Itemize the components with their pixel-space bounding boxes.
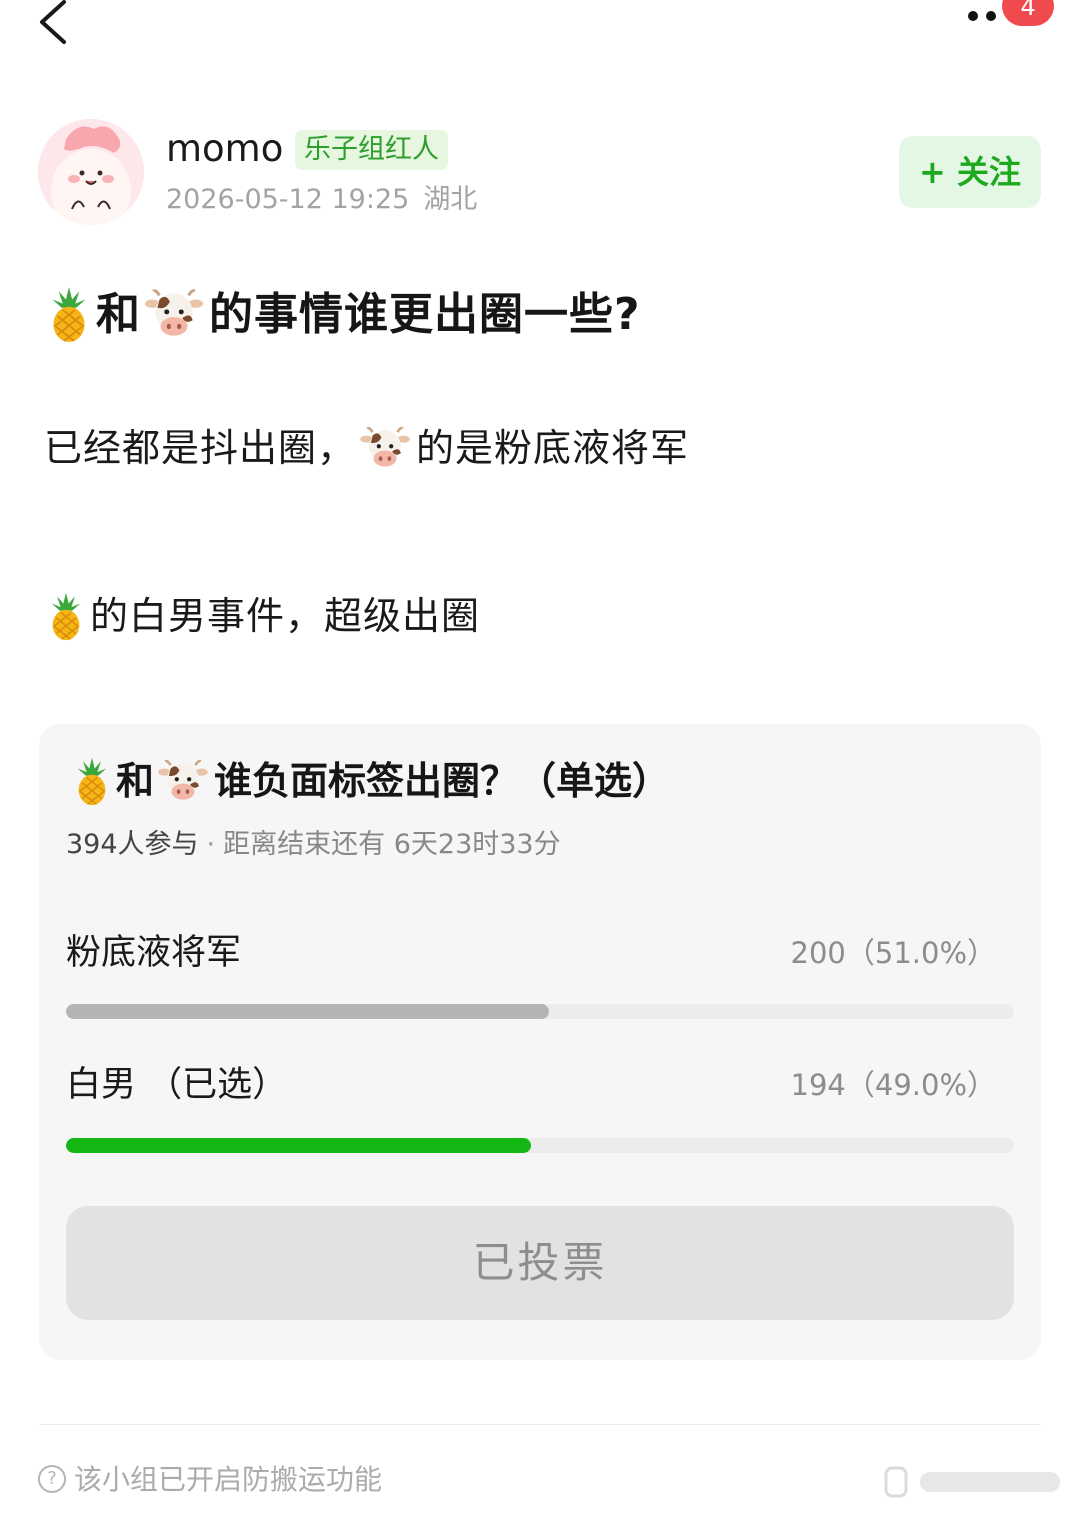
poll-title-text: 谁负面标签出圈？（单选）	[214, 759, 671, 803]
post-title-connector: 和	[96, 289, 141, 340]
cow-emoji-icon	[158, 758, 208, 804]
author-name[interactable]: momo	[166, 124, 283, 174]
poll-option-bar-track	[66, 1138, 1014, 1153]
poll-option-label[interactable]: 白男 （已选）	[66, 1060, 287, 1110]
pineapple-emoji-icon	[74, 756, 110, 806]
question-circle-icon[interactable]: ?	[38, 1465, 66, 1493]
poll-meta: 394人参与 · 距离结束还有 6天23时33分	[66, 826, 561, 864]
post-line2-suffix: 的白男事件，超级出圈	[90, 594, 481, 638]
post-line1-prefix: 已经都是抖出圈，	[44, 426, 357, 470]
post-title-text: 的事情谁更出圈一些?	[209, 289, 641, 340]
post-datetime: 2026-05-12 19:25	[166, 184, 410, 215]
follow-button[interactable]: + 关注	[899, 136, 1041, 208]
cow-emoji-icon	[360, 425, 410, 471]
more-dots-icon	[968, 11, 978, 21]
chevron-left-icon	[40, 0, 66, 44]
user-tag-badge[interactable]: 乐子组红人	[295, 130, 448, 170]
poll-option-bar-fill	[66, 1138, 531, 1153]
voted-button[interactable]: 已投票	[66, 1206, 1014, 1320]
more-dot	[986, 11, 996, 21]
post-location: 湖北	[423, 184, 478, 215]
notification-badge[interactable]: 4	[1002, 0, 1054, 26]
watermark-logo-icon	[884, 1466, 1060, 1498]
back-button[interactable]	[30, 0, 80, 48]
avatar[interactable]	[38, 119, 144, 225]
pineapple-emoji-icon	[48, 591, 84, 641]
anti-repost-text: 该小组已开启防搬运功能	[74, 1463, 383, 1496]
poll-option-result: 194（49.0%）	[790, 1068, 996, 1102]
poll-title: 和 谁负面标签出圈？（单选）	[70, 754, 670, 812]
avatar-image	[38, 119, 144, 225]
poll-option-bar-track	[66, 1004, 1014, 1019]
post-body-line-2: 的白男事件，超级出圈	[44, 590, 480, 647]
poll-meta-separator: ·	[206, 829, 216, 860]
poll-option-label[interactable]: 粉底液将军	[66, 928, 241, 978]
post-body-line-1: 已经都是抖出圈， 的是粉底液将军	[44, 422, 689, 477]
post-title: 和 的事情谁更出圈一些?	[44, 285, 641, 349]
post-meta: 2026-05-12 19:25 湖北	[166, 182, 477, 218]
divider	[39, 1424, 1041, 1425]
post-line1-suffix: 的是粉底液将军	[416, 426, 690, 470]
poll-participants: 394人参与	[66, 829, 199, 860]
poll-option-result: 200（51.0%）	[790, 936, 996, 970]
poll-title-connector: 和	[116, 759, 155, 803]
anti-repost-notice: ? 该小组已开启防搬运功能	[38, 1460, 382, 1500]
cow-emoji-icon	[145, 287, 203, 341]
pineapple-emoji-icon	[48, 285, 90, 343]
poll-option-bar-fill	[66, 1004, 550, 1019]
poll-time-left: 距离结束还有 6天23时33分	[223, 829, 561, 860]
